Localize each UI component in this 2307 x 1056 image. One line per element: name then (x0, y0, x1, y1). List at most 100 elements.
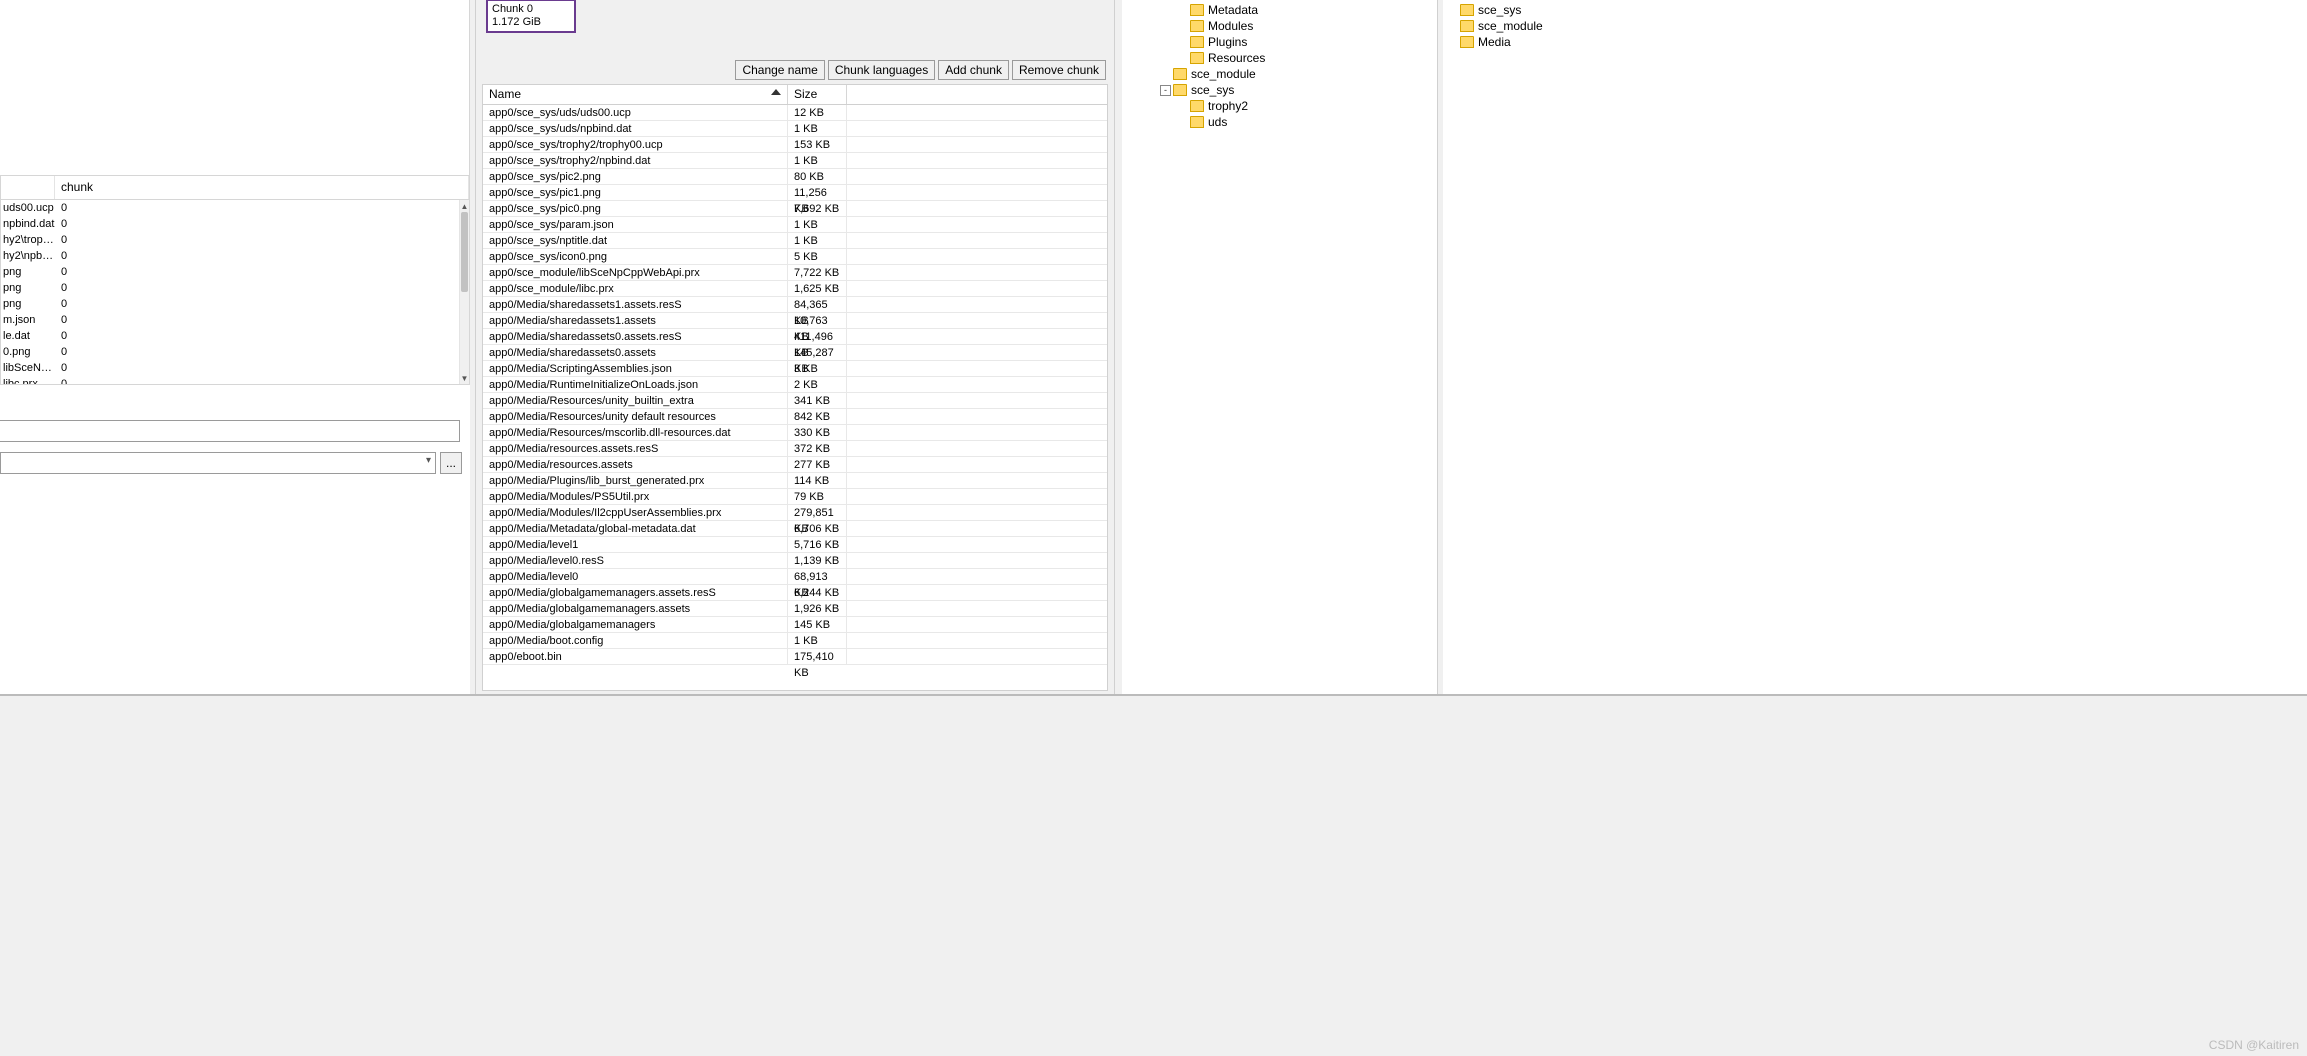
file-row[interactable]: app0/eboot.bin175,410 KB (483, 649, 1107, 665)
assignment-chunk: 0 (55, 376, 459, 384)
file-size: 10,763 KB (788, 313, 847, 328)
file-row[interactable]: app0/Media/sharedassets1.assets10,763 KB (483, 313, 1107, 329)
remove-chunk-button[interactable]: Remove chunk (1012, 60, 1106, 80)
source-tree-panel[interactable]: MetadataModulesPluginsResourcessce_modul… (1122, 0, 1438, 695)
file-row[interactable]: app0/sce_sys/pic1.png11,256 KB (483, 185, 1107, 201)
file-row[interactable]: app0/Media/globalgamemanagers.assets1,92… (483, 601, 1107, 617)
file-row[interactable]: app0/Media/sharedassets0.assets145,287 K… (483, 345, 1107, 361)
file-row[interactable]: app0/Media/Resources/unity_builtin_extra… (483, 393, 1107, 409)
file-size: 153 KB (788, 137, 847, 152)
file-size: 2 KB (788, 377, 847, 392)
tree-node[interactable]: trophy2 (1126, 98, 1433, 114)
tree-node[interactable]: Resources (1126, 50, 1433, 66)
file-row[interactable]: app0/Media/Resources/mscorlib.dll-resour… (483, 425, 1107, 441)
tree-node[interactable]: sce_sys (1447, 2, 2303, 18)
tree-node[interactable]: Modules (1126, 18, 1433, 34)
file-row[interactable]: app0/Media/RuntimeInitializeOnLoads.json… (483, 377, 1107, 393)
file-row[interactable]: app0/Media/Modules/Il2cppUserAssemblies.… (483, 505, 1107, 521)
assignment-row[interactable]: png0 (1, 264, 459, 280)
collapse-icon[interactable]: - (1160, 85, 1171, 96)
file-size: 1 KB (788, 233, 847, 248)
tree-label: Metadata (1208, 2, 1258, 18)
file-size: 1,926 KB (788, 601, 847, 616)
file-row[interactable]: app0/Media/resources.assets277 KB (483, 457, 1107, 473)
assignment-row[interactable]: npbind.dat0 (1, 216, 459, 232)
assignment-row[interactable]: libSceNpC...0 (1, 360, 459, 376)
target-tree-panel[interactable]: sce_syssce_moduleMedia (1443, 0, 2307, 695)
file-row[interactable]: app0/Media/resources.assets.resS372 KB (483, 441, 1107, 457)
change-name-button[interactable]: Change name (735, 60, 824, 80)
tree-node[interactable]: sce_module (1126, 66, 1433, 82)
file-size: 1 KB (788, 217, 847, 232)
file-row[interactable]: app0/sce_sys/pic2.png80 KB (483, 169, 1107, 185)
file-row[interactable]: app0/sce_module/libSceNpCppWebApi.prx7,7… (483, 265, 1107, 281)
browse-button[interactable]: ... (440, 452, 462, 474)
file-row[interactable]: app0/sce_sys/uds/uds00.ucp12 KB (483, 105, 1107, 121)
tree-node[interactable]: Metadata (1126, 2, 1433, 18)
scroll-thumb[interactable] (461, 212, 468, 292)
file-row[interactable]: app0/sce_module/libc.prx1,625 KB (483, 281, 1107, 297)
file-name: app0/sce_module/libSceNpCppWebApi.prx (483, 265, 788, 280)
file-row[interactable]: app0/Media/ScriptingAssemblies.json3 KB (483, 361, 1107, 377)
path-combo[interactable] (0, 452, 436, 474)
file-row[interactable]: app0/Media/level0.resS1,139 KB (483, 553, 1107, 569)
file-name: app0/sce_sys/trophy2/npbind.dat (483, 153, 788, 168)
file-size: 68,913 KB (788, 569, 847, 584)
assignment-row[interactable]: hy2\npbin...0 (1, 248, 459, 264)
add-chunk-button[interactable]: Add chunk (938, 60, 1009, 80)
chunk-languages-button[interactable]: Chunk languages (828, 60, 935, 80)
chunk-toolbar: Change name Chunk languages Add chunk Re… (735, 60, 1106, 80)
assignment-row[interactable]: m.json0 (1, 312, 459, 328)
file-row[interactable]: app0/sce_sys/trophy2/trophy00.ucp153 KB (483, 137, 1107, 153)
file-row[interactable]: app0/Media/level15,716 KB (483, 537, 1107, 553)
file-row[interactable]: app0/sce_sys/uds/npbind.dat1 KB (483, 121, 1107, 137)
file-row[interactable]: app0/Media/sharedassets1.assets.resS84,3… (483, 297, 1107, 313)
splitter-bar[interactable] (0, 694, 2307, 696)
file-size: 84,365 KB (788, 297, 847, 312)
tree-label: sce_module (1478, 18, 1543, 34)
assignment-chunk: 0 (55, 216, 459, 232)
tree-node[interactable]: uds (1126, 114, 1433, 130)
assignment-row[interactable]: png0 (1, 296, 459, 312)
file-row[interactable]: app0/Media/globalgamemanagers145 KB (483, 617, 1107, 633)
scroll-down-icon[interactable]: ▼ (460, 372, 469, 384)
file-row[interactable]: app0/sce_sys/icon0.png5 KB (483, 249, 1107, 265)
tree-node[interactable]: Plugins (1126, 34, 1433, 50)
assignment-row[interactable]: hy2\trophy...0 (1, 232, 459, 248)
assignment-row[interactable]: 0.png0 (1, 344, 459, 360)
file-row[interactable]: app0/Media/globalgamemanagers.assets.res… (483, 585, 1107, 601)
file-row[interactable]: app0/sce_sys/param.json1 KB (483, 217, 1107, 233)
file-name: app0/Media/globalgamemanagers (483, 617, 788, 632)
assignment-chunk: 0 (55, 264, 459, 280)
tree-node[interactable]: Media (1447, 34, 2303, 50)
file-name: app0/Media/Resources/mscorlib.dll-resour… (483, 425, 788, 440)
chunk-tile[interactable]: Chunk 0 1.172 GiB (486, 0, 576, 33)
file-list[interactable]: Name Size app0/sce_sys/uds/uds00.ucp12 K… (482, 84, 1108, 691)
tree-node[interactable]: -sce_sys (1126, 82, 1433, 98)
column-chunk[interactable]: chunk (55, 176, 469, 199)
tree-node[interactable]: sce_module (1447, 18, 2303, 34)
assignment-row[interactable]: png0 (1, 280, 459, 296)
column-size[interactable]: Size (788, 85, 847, 104)
text-input[interactable] (0, 420, 460, 442)
file-row[interactable]: app0/sce_sys/pic0.png7,692 KB (483, 201, 1107, 217)
scrollbar[interactable]: ▲ ▼ (459, 200, 469, 384)
file-row[interactable]: app0/Media/Metadata/global-metadata.dat6… (483, 521, 1107, 537)
file-row[interactable]: app0/Media/boot.config1 KB (483, 633, 1107, 649)
assignment-row[interactable]: libc.prx0 (1, 376, 459, 384)
file-row[interactable]: app0/sce_sys/nptitle.dat1 KB (483, 233, 1107, 249)
assignment-row[interactable]: le.dat0 (1, 328, 459, 344)
column-name[interactable]: Name (483, 85, 788, 104)
file-row[interactable]: app0/Media/level068,913 KB (483, 569, 1107, 585)
file-row[interactable]: app0/Media/Plugins/lib_burst_generated.p… (483, 473, 1107, 489)
file-row[interactable]: app0/Media/sharedassets0.assets.resS411,… (483, 329, 1107, 345)
assignment-name: uds00.ucp (1, 200, 55, 216)
file-row[interactable]: app0/Media/Modules/PS5Util.prx79 KB (483, 489, 1107, 505)
file-row[interactable]: app0/sce_sys/trophy2/npbind.dat1 KB (483, 153, 1107, 169)
file-name: app0/Media/resources.assets.resS (483, 441, 788, 456)
assignment-row[interactable]: uds00.ucp0 (1, 200, 459, 216)
file-row[interactable]: app0/Media/Resources/unity default resou… (483, 409, 1107, 425)
scroll-up-icon[interactable]: ▲ (460, 200, 469, 212)
file-name: app0/sce_sys/uds/uds00.ucp (483, 105, 788, 120)
assignment-table[interactable]: chunk uds00.ucp0npbind.dat0hy2\trophy...… (0, 175, 470, 385)
